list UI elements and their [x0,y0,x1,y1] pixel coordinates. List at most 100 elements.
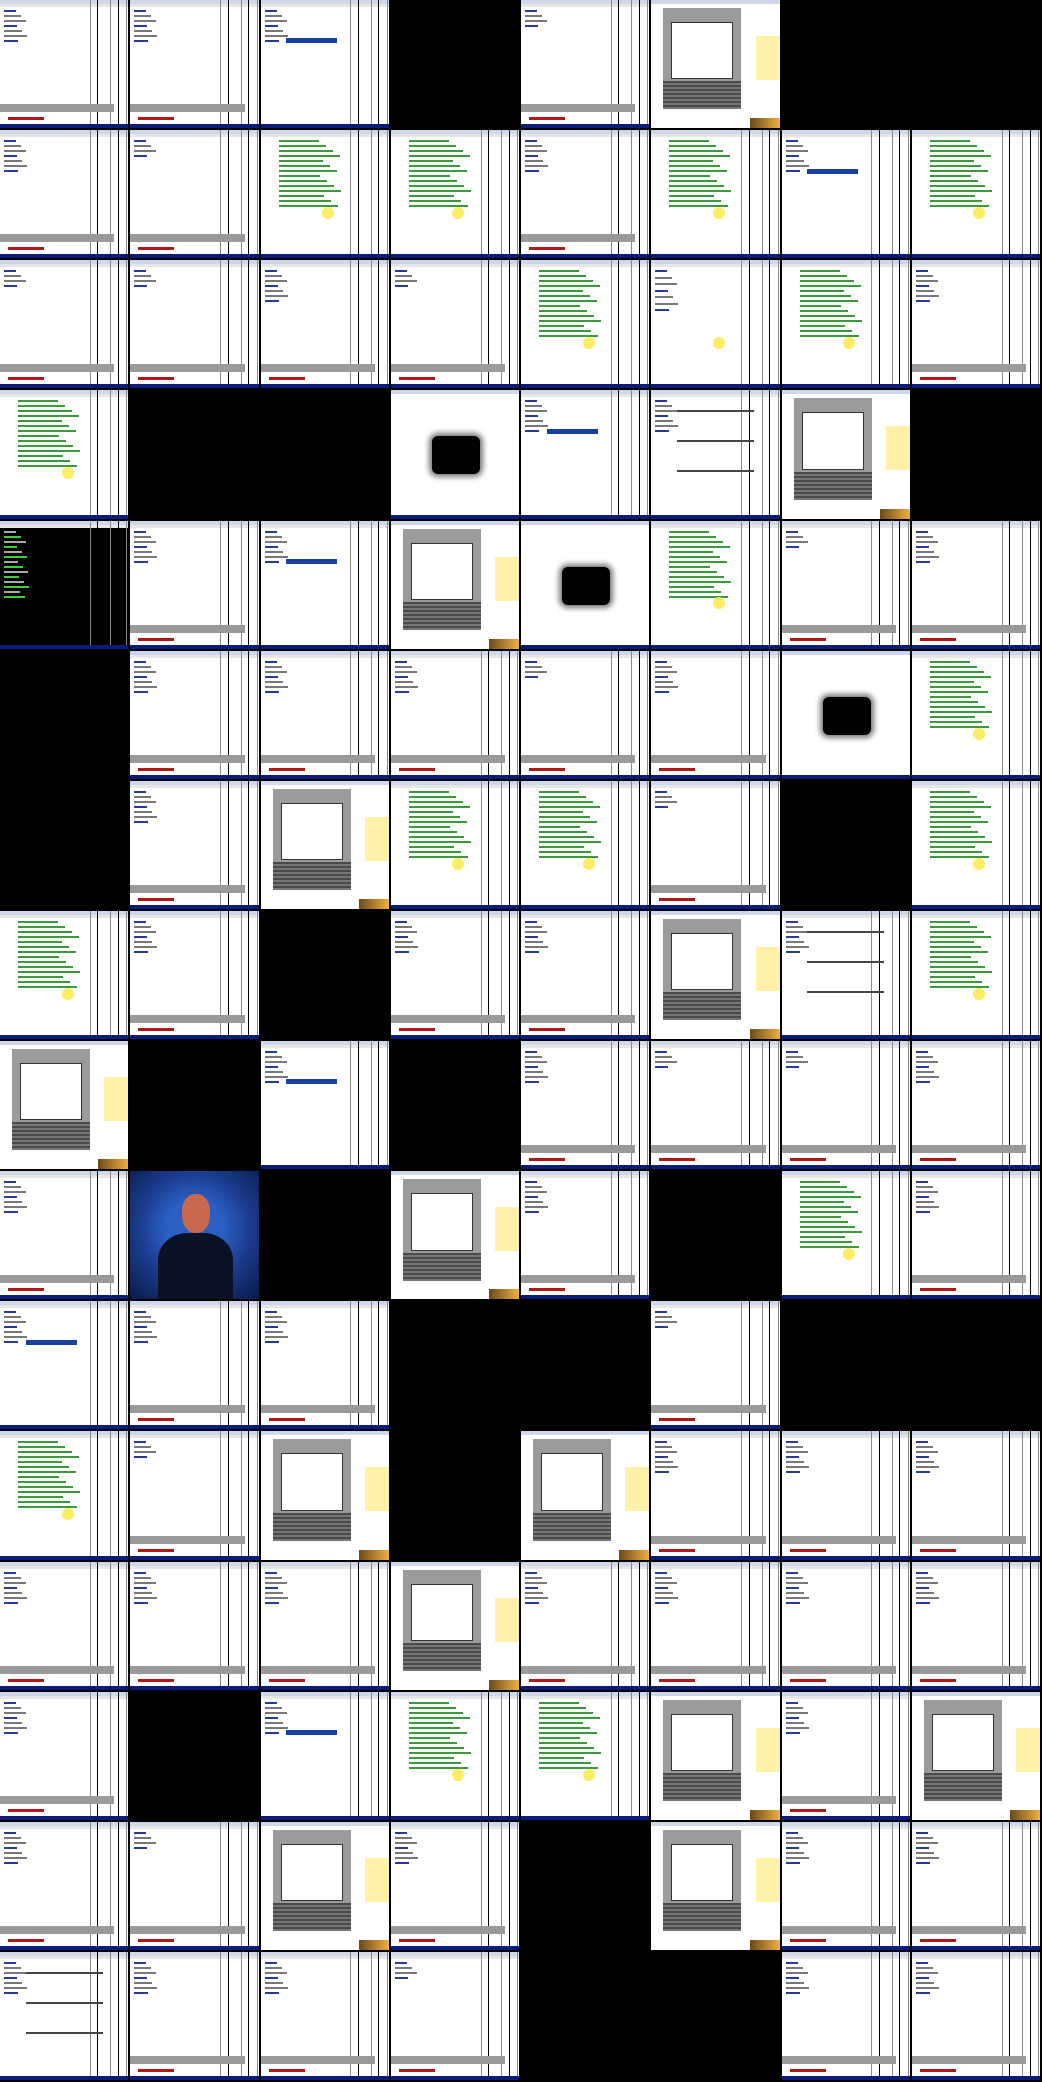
red-marker [398,1938,435,1942]
dialog-content [410,1583,473,1641]
text-line [539,305,580,308]
menu-bar [260,1305,389,1309]
column-divider [370,130,372,259]
text-line [929,670,984,673]
window-screenshot [0,130,129,259]
text-line [915,1981,934,1984]
text-line [4,1841,26,1844]
window-screenshot [260,1301,389,1430]
text-line [264,680,283,683]
text-line [408,830,457,833]
text-line [655,1466,679,1469]
text-line [134,1321,157,1324]
scroll-area [0,1275,115,1284]
text-line [929,715,975,718]
column-divider [1038,1171,1040,1300]
text-line [785,930,808,933]
text-line [929,810,974,813]
text-line [655,660,668,663]
column-divider [117,1691,119,1820]
text-line [669,530,710,533]
red-marker [919,1158,956,1162]
text-line [915,1461,934,1464]
status-bar [260,2076,389,2080]
thumbnail [781,390,910,519]
dialog-content [280,1843,343,1902]
thumbnail [130,1821,259,1950]
text-line [929,690,988,693]
text-line [525,410,547,413]
column-divider [508,1691,510,1820]
selection-strip [286,1079,338,1085]
column-divider [899,1951,901,2080]
text-line [539,825,580,828]
text-line [4,540,26,543]
text-line [264,670,287,673]
text-line [655,400,668,403]
window-screenshot [911,520,1040,649]
scroll-area [521,234,636,243]
text-line [915,1601,930,1604]
text-line [4,1316,21,1319]
text-line [525,1581,547,1584]
text-line [655,1461,674,1464]
text-line [4,1856,27,1859]
text-line [408,1701,449,1704]
text-line [408,795,456,798]
text-line [408,195,454,198]
menu-bar [0,1305,129,1309]
thumbnail [260,1041,389,1170]
column-divider [907,520,909,649]
text-line [525,415,538,418]
status-bar [130,1035,259,1039]
text-line [785,1586,799,1589]
text-line [785,1966,803,1969]
text-line [929,830,978,833]
column-divider [1038,1561,1040,1690]
text-line [18,1491,80,1494]
text-line [4,575,19,578]
status-bar [0,644,129,649]
menu-bar [911,1825,1040,1829]
column-divider [1029,780,1031,909]
text-line [18,965,73,968]
menu-bar [651,1565,780,1569]
text-line [525,935,538,938]
column-divider [631,780,633,909]
text-line [278,195,324,198]
status-bar [911,384,1040,389]
text-line [394,690,409,693]
text-line [18,440,66,443]
text-line [394,1971,417,1974]
column-divider [378,130,380,259]
window-screenshot [0,520,129,649]
text-line [655,1601,670,1604]
text-line [655,1316,673,1319]
window-screenshot [0,1171,129,1300]
text-line [134,1336,158,1339]
text-line [669,195,715,198]
text-line [264,1051,277,1053]
text-line [669,540,724,543]
column-divider [1038,780,1040,909]
text-line [394,675,408,678]
thumbnail [651,1431,780,1560]
menu-bar [911,1955,1040,1959]
text-line [525,1191,547,1194]
red-marker [529,1158,565,1162]
status-bar [0,1945,129,1950]
text-line [785,1461,804,1464]
text-line [525,1586,538,1589]
column-divider [769,1041,771,1170]
scroll-area [130,234,245,243]
status-bar [911,1295,1040,1300]
text-line [134,1986,158,1989]
text-line [394,1976,408,1979]
text-line [408,835,464,838]
note-panel [364,816,389,861]
text-line [134,925,152,928]
column-divider [777,1561,779,1690]
red-marker [529,1288,565,1292]
scroll-area [0,1925,115,1934]
text-line [4,1341,18,1344]
